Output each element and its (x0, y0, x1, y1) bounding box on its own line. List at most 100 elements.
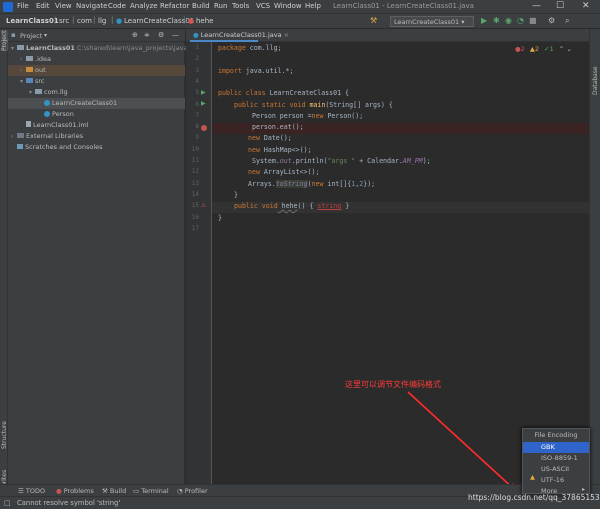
maximize-icon[interactable]: ☐ (556, 1, 564, 11)
run-main-icon[interactable]: ▶ (201, 100, 206, 107)
menu-view[interactable]: View (55, 2, 72, 10)
close-icon[interactable]: ✕ (582, 1, 590, 11)
run-class-icon[interactable]: ▶ (201, 89, 206, 96)
terminal-icon: ▭ (133, 487, 140, 495)
tool-problems[interactable]: ● Problems (56, 487, 94, 495)
encoding-option-iso-8859-1[interactable]: ISO-8859-1 (523, 453, 589, 464)
keyword: new (248, 145, 260, 154)
settings-icon[interactable]: ⚙ (548, 16, 555, 25)
line-number: 10 (191, 145, 199, 153)
menu-code[interactable]: Code (108, 2, 126, 10)
error-token: string (317, 202, 342, 211)
menu-window[interactable]: Window (274, 2, 302, 10)
tool-terminal[interactable]: ▭ Terminal (133, 487, 169, 495)
menu-navigate[interactable]: Navigate (76, 2, 107, 10)
encoding-option-gbk[interactable]: GBK (523, 442, 589, 453)
project-view-selector[interactable]: Project (20, 32, 42, 40)
breadcrumb-llg[interactable]: llg (98, 17, 106, 25)
tree-item-src[interactable]: ▾ src (8, 76, 185, 87)
status-box-icon: □ (4, 499, 11, 507)
menu-run[interactable]: Run (214, 2, 227, 10)
chevron-down-icon[interactable]: ▾ (44, 32, 47, 39)
menu-edit[interactable]: Edit (36, 2, 50, 10)
gear-icon[interactable]: ⚙ (158, 31, 164, 39)
code-text: LearnCreateClass01 { (265, 89, 350, 98)
code-text: () { (297, 202, 318, 211)
popup-title: File Encoding (534, 431, 578, 439)
run-config-dropdown[interactable]: LearnCreateClass01 ▾ (390, 16, 474, 27)
menu-tools[interactable]: Tools (232, 2, 249, 10)
menu-analyze[interactable]: Analyze (130, 2, 158, 10)
code-text: } (341, 202, 350, 211)
keyword: new (311, 179, 324, 188)
breadcrumb-method[interactable]: hehe (196, 17, 214, 25)
tree-item-label: External Libraries (26, 132, 84, 140)
tool-todo[interactable]: ☰ TODO (18, 487, 45, 495)
run-icon[interactable]: ▶ (481, 16, 487, 25)
code-line-6: public static void main(String[] args) { (234, 101, 393, 112)
error-marker-icon: ⚠ (201, 202, 207, 209)
breadcrumb-com[interactable]: com (77, 17, 92, 25)
debug-icon[interactable]: ✱ (493, 16, 500, 25)
collapse-icon[interactable]: ≑ (144, 31, 150, 39)
code-text: Person person = (252, 111, 312, 120)
tree-item-scratches[interactable]: Scratches and Consoles (8, 142, 185, 153)
tool-label: Terminal (141, 487, 169, 495)
tree-item-out[interactable]: › out (8, 65, 185, 76)
line-number: 13 (191, 179, 199, 187)
locate-icon[interactable]: ⊕ (132, 31, 138, 39)
minimize-icon[interactable]: — (532, 1, 541, 11)
file-encoding-popup: File Encoding GBK ISO-8859-1 US-ASCII ▲ … (522, 428, 590, 495)
tree-item-person[interactable]: Person (8, 109, 185, 120)
database-tool-tab[interactable]: Database (592, 66, 599, 95)
breadcrumb-src[interactable]: src (59, 17, 69, 25)
code-line-14: } (234, 191, 238, 202)
stop-icon[interactable]: ■ (529, 16, 537, 25)
tree-item-external-libraries[interactable]: › External Libraries (8, 131, 185, 142)
error-count: 2 (520, 45, 525, 53)
line-number: 8 (195, 123, 199, 131)
hammer-icon[interactable]: ⚒ (370, 16, 377, 25)
close-tab-icon[interactable]: × (284, 31, 289, 39)
menu-help[interactable]: Help (305, 2, 321, 10)
editor-gutter: 1 2 3 4 5 6 7 8 9 10 11 12 13 14 15 16 1… (186, 42, 212, 484)
tree-item-learncreateclass01[interactable]: LearnCreateClass01 (8, 98, 185, 109)
breakpoint-icon[interactable] (201, 125, 207, 131)
encoding-option-utf-16[interactable]: UTF-16 (523, 475, 589, 486)
structure-tool-tab[interactable]: Structure (1, 421, 8, 449)
keyword: public static void (234, 100, 306, 109)
keyword: import (218, 66, 242, 75)
code-text: .println( (291, 157, 328, 165)
code-editor[interactable]: package com.llg; import java.util.*; pub… (212, 42, 589, 484)
tree-item-label: Person (52, 110, 74, 118)
line-number: 7 (195, 111, 199, 119)
code-text: com.llg; (245, 44, 282, 52)
hide-icon[interactable]: — (172, 31, 179, 39)
keyword: package (218, 44, 246, 52)
tree-item-project-root[interactable]: ▾ LearnClass01 C:\shared\learn\java_proje… (8, 43, 188, 54)
profile-icon[interactable]: ◔ (517, 16, 524, 25)
tool-build[interactable]: ⚒ Build (102, 487, 126, 495)
tree-item-idea[interactable]: › .idea (8, 54, 185, 65)
menu-build[interactable]: Build (192, 2, 210, 10)
search-icon[interactable]: ⌕ (565, 16, 569, 26)
source-folder-icon (26, 78, 33, 83)
menu-vcs[interactable]: VCS (256, 2, 270, 10)
menu-refactor[interactable]: Refactor (160, 2, 189, 10)
code-line-5: public class LearnCreateClass01 { (218, 89, 349, 100)
project-tool-tab[interactable]: Project (1, 30, 8, 51)
line-number: 16 (191, 213, 199, 221)
tool-profiler[interactable]: ◔ Profiler (177, 487, 208, 495)
folder-icon: ▪ (11, 31, 16, 39)
chevron-up-icon[interactable]: ⌃ (559, 45, 564, 53)
tree-item-package[interactable]: ▾ com.llg (8, 87, 185, 98)
tree-item-iml[interactable]: LearnClass01.iml (8, 120, 185, 131)
class-icon (44, 111, 50, 117)
right-tool-stripe: Database (589, 29, 600, 484)
coverage-icon[interactable]: ◉ (505, 16, 512, 25)
editor-tab-learncreateclass01[interactable]: ● LearnCreateClass01.java × (190, 29, 289, 42)
menu-file[interactable]: File (17, 2, 29, 10)
breadcrumb-project[interactable]: LearnClass01 (6, 17, 59, 25)
chevron-down-icon[interactable]: ⌄ (566, 45, 571, 53)
inspection-widget[interactable]: ●2 ▲2 ✓1 ⌃ ⌄ (515, 45, 572, 53)
